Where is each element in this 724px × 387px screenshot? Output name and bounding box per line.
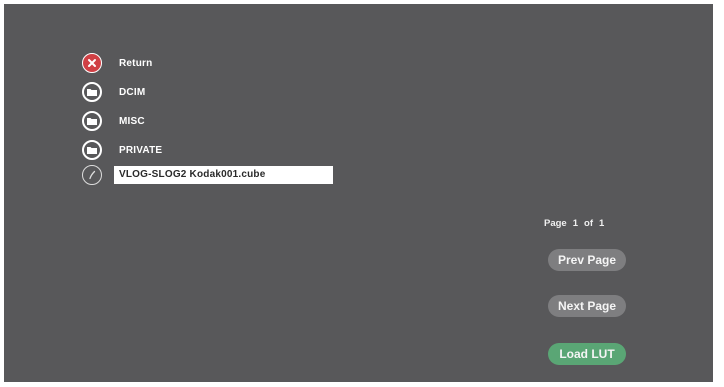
return-item[interactable]: Return — [82, 52, 152, 74]
folder-label-dcim: DCIM — [119, 86, 146, 98]
folder-item-dcim[interactable]: DCIM — [82, 81, 145, 103]
folder-icon — [82, 82, 102, 102]
folder-icon — [82, 140, 102, 160]
file-name-field[interactable]: VLOG-SLOG2 Kodak001.cube — [114, 166, 333, 184]
next-page-button[interactable]: Next Page — [548, 295, 626, 317]
page-word: Page — [544, 218, 567, 229]
folder-item-private[interactable]: PRIVATE — [82, 139, 162, 161]
page-indicator: Page 1 of 1 — [544, 218, 604, 229]
lut-file-icon — [82, 165, 102, 185]
load-lut-button[interactable]: Load LUT — [548, 343, 626, 365]
prev-page-button[interactable]: Prev Page — [548, 249, 626, 271]
page-current: 1 — [572, 218, 579, 229]
folder-icon — [82, 111, 102, 131]
return-label: Return — [119, 57, 153, 69]
page-of-word: of — [584, 218, 593, 229]
page-total: 1 — [598, 218, 605, 229]
lut-browser-screen: Return DCIM MISC PRIVATE VLOG-SLOG2 Koda… — [4, 4, 713, 382]
folder-label-misc: MISC — [119, 115, 145, 127]
file-item-selected[interactable]: VLOG-SLOG2 Kodak001.cube — [82, 164, 333, 186]
close-icon — [82, 53, 102, 73]
folder-label-private: PRIVATE — [119, 144, 163, 156]
folder-item-misc[interactable]: MISC — [82, 110, 145, 132]
